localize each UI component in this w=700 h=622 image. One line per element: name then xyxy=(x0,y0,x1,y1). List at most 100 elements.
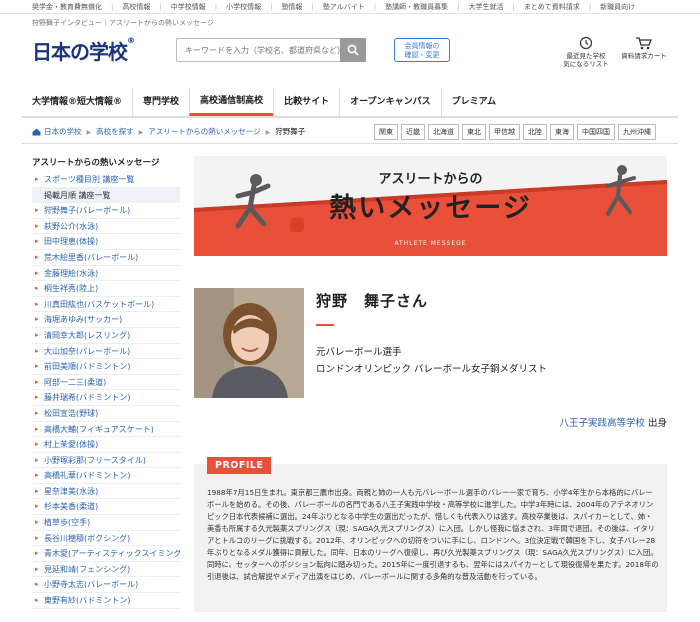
topnav-link[interactable]: 大学生就活 xyxy=(468,2,503,12)
profile-tag: PROFILE xyxy=(207,457,272,474)
region-link[interactable]: 東北 xyxy=(462,124,486,140)
portrait-graphic xyxy=(194,288,304,398)
cart-icon xyxy=(636,37,652,50)
region-link[interactable]: 甲信越 xyxy=(489,124,520,140)
sidebar-item[interactable]: 高橋大輔(フィギュアスケート) xyxy=(32,422,180,438)
main-nav-item[interactable]: 高校 通信制高校 xyxy=(189,88,274,116)
separator: | xyxy=(214,2,218,11)
topnav-link[interactable]: 新職員向け xyxy=(600,2,635,12)
topnav-link[interactable]: 小学校情報 xyxy=(226,2,261,12)
sidebar-item[interactable]: 大山加奈(バレーボール) xyxy=(32,344,180,360)
topnav-link[interactable]: 奨学金・教育費無償化 xyxy=(32,2,102,12)
main-nav-item[interactable]: 比較サイト xyxy=(273,88,339,116)
sidebar-item[interactable]: 青木愛(アーティスティックスイミング) xyxy=(32,546,180,562)
search-button[interactable] xyxy=(340,38,366,62)
separator: | xyxy=(270,2,273,11)
region-link[interactable]: 中国四国 xyxy=(577,124,615,140)
main-nav-item[interactable]: プレミアム xyxy=(440,88,506,116)
recent-schools-link[interactable]: 最近見た学校 気になるリスト xyxy=(556,36,616,68)
sidebar-item[interactable]: 萩野公介(水泳) xyxy=(32,219,180,235)
sidebar-item[interactable]: 金藤理絵(水泳) xyxy=(32,266,180,282)
main-nav-label: 短大情報® xyxy=(77,97,123,107)
profile-text: 1988年7月15日生まれ。東京都三鷹市出身。両親と姉の一人も元バレーボール選手… xyxy=(207,488,659,581)
topnav-link[interactable]: まとめて資料請求 xyxy=(524,2,580,12)
sidebar-item[interactable]: 東野有紗(バドミントン) xyxy=(32,593,180,609)
sidebar-item[interactable]: 松田宣浩(野球) xyxy=(32,406,180,422)
athlete-photo xyxy=(194,288,304,398)
sidebar-item[interactable]: 海堀あゆみ(サッカー) xyxy=(32,312,180,328)
sidebar-item[interactable]: 星奈津美(水泳) xyxy=(32,484,180,500)
main-nav-label: 通信制高校 xyxy=(218,95,264,106)
region-link[interactable]: 九州沖縄 xyxy=(618,124,656,140)
main-nav: 大学情報® 短大情報® 専門学校 高校 通信制高校 比較サイト オープン キャンパス プレミアム xyxy=(22,88,678,118)
search-input[interactable] xyxy=(176,38,366,62)
sidebar-item[interactable]: 杉本美香(柔道) xyxy=(32,499,180,516)
sidebar-item[interactable]: 見延和靖(フェンシング) xyxy=(32,562,180,578)
breadcrumb-arrow-icon: ▶ xyxy=(265,129,271,136)
divider xyxy=(22,143,678,144)
separator: | xyxy=(111,2,114,11)
sidebar-item[interactable]: 清岡幸大郎(レスリング) xyxy=(32,328,180,344)
sidebar-title: アスリートからの熱いメッセージ xyxy=(32,158,160,168)
region-link[interactable]: 関東 xyxy=(374,124,398,140)
sidebar-item[interactable]: 村上茉愛(体操) xyxy=(32,437,180,453)
sidebar-item[interactable]: 阿部一二三(柔道) xyxy=(32,375,180,391)
career-line: 元バレーボール選手 xyxy=(316,347,402,358)
breadcrumb-item[interactable]: 日本の学校 xyxy=(44,127,82,136)
sidebar-item[interactable]: 植草歩(空手) xyxy=(32,515,180,531)
main-nav-label: 専門学校 xyxy=(143,97,180,107)
sidebar-item[interactable]: 川真田紘也(バスケットボール) xyxy=(32,297,180,313)
sidebar-item[interactable]: スポーツ種目別 講座一覧 xyxy=(32,172,180,188)
region-links: 関東 近畿 北海道 東北 甲信越 北陸 東海 中国四国 九州沖縄 xyxy=(374,124,659,140)
page-tagline: 狩野舞子インタビュー｜アスリートからの熱いメッセージ xyxy=(32,19,214,27)
main-nav-label: 高校 xyxy=(200,95,219,106)
search-icon xyxy=(347,44,359,56)
sidebar-item[interactable]: 掲載月順 講座一覧 xyxy=(32,187,180,204)
breadcrumb-item[interactable]: アスリートからの熱いメッセージ xyxy=(148,127,260,136)
sidebar-item[interactable]: 狩野舞子(バレーボール) xyxy=(32,203,180,219)
separator: | xyxy=(159,2,162,11)
region-link[interactable]: 東海 xyxy=(550,124,574,140)
sidebar-item[interactable]: 前田美順(バドミントン) xyxy=(32,359,180,375)
separator: | xyxy=(457,2,460,11)
topnav-link[interactable]: 塾アルバイト xyxy=(323,2,365,12)
sidebar-item[interactable]: 藤井瑞希(バドミントン) xyxy=(32,390,180,406)
sidebar-item[interactable]: 小野塚彩那(フリースタイル) xyxy=(32,453,180,469)
career-line: ロンドンオリンピック バレーボール女子銅メダリスト xyxy=(316,364,548,375)
request-cart-link[interactable]: 資料請求カート xyxy=(614,36,674,60)
school-link[interactable]: 八王子実践高等学校 xyxy=(559,418,645,429)
breadcrumb-item: 狩野舞子 xyxy=(275,127,306,136)
region-link[interactable]: 近畿 xyxy=(401,124,425,140)
member-info-button[interactable]: 会員情報の 確認・変更 xyxy=(394,38,450,62)
main-nav-label: 比較サイト xyxy=(284,97,330,107)
topnav-link[interactable]: 塾情報 xyxy=(281,2,302,12)
site-logo[interactable]: 日本の学校® xyxy=(32,36,135,65)
main-nav-label: オープン xyxy=(350,97,386,107)
main-nav-label: プレミアム xyxy=(451,97,496,107)
sidebar-item[interactable]: 桐生祥秀(陸上) xyxy=(32,281,180,297)
region-link[interactable]: 北陸 xyxy=(523,124,547,140)
main-nav-item[interactable]: 大学情報® 短大情報® xyxy=(22,88,132,116)
sidebar-item[interactable]: 高橋礼華(バドミントン) xyxy=(32,468,180,484)
sidebar-item[interactable]: 長谷川穂積(ボクシング) xyxy=(32,531,180,547)
athlete-name: 狩野 舞子さん xyxy=(316,292,429,310)
main-nav-label: キャンパス xyxy=(385,97,431,107)
topnav-link[interactable]: 塾講師・教職員募集 xyxy=(385,2,448,12)
clock-icon xyxy=(579,36,593,50)
breadcrumb-item[interactable]: 高校を探す xyxy=(96,127,134,136)
sidebar-item[interactable]: 田中理恵(体操) xyxy=(32,234,180,250)
alma-mater: 八王子実践高等学校 出身 xyxy=(559,415,667,429)
banner-image: アスリートからの 熱いメッセージ ATHLETE MESSEGE xyxy=(194,156,667,256)
topnav-link[interactable]: 高校情報 xyxy=(122,2,150,12)
region-link[interactable]: 北海道 xyxy=(428,124,459,140)
breadcrumb-arrow-icon: ▶ xyxy=(138,129,144,136)
main-nav-item[interactable]: オープン キャンパス xyxy=(339,88,440,116)
sidebar-item[interactable]: 小野寺太志(バレーボール) xyxy=(32,577,180,594)
sidebar-item[interactable]: 荒木絵里香(バレーボール) xyxy=(32,250,180,266)
separator: | xyxy=(373,2,377,11)
name-divider xyxy=(316,324,334,326)
topnav-link[interactable]: 中学校情報 xyxy=(171,2,206,12)
home-icon xyxy=(32,128,41,135)
main-nav-label: 大学情報® xyxy=(32,97,78,107)
main-nav-item[interactable]: 専門学校 xyxy=(132,88,189,116)
